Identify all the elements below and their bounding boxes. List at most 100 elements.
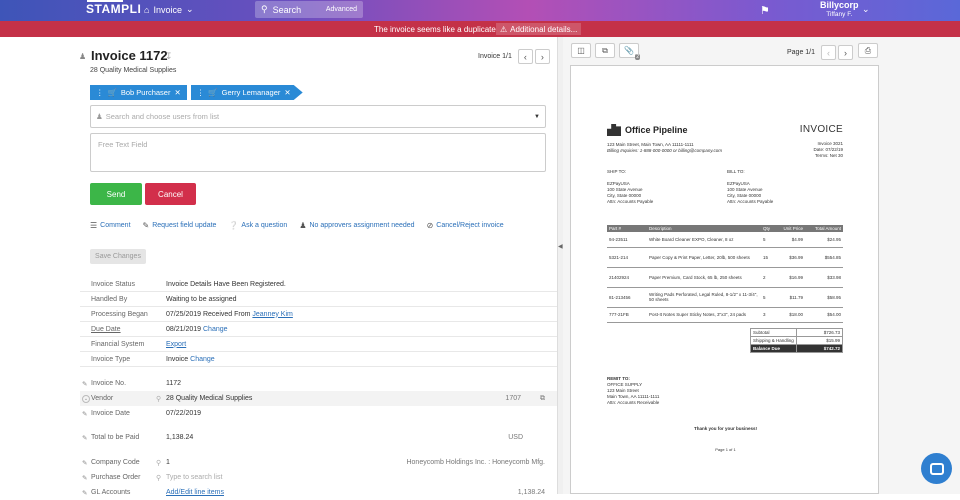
invoice-date-row[interactable]: ✎ Invoice Date 07/22/2019 (80, 406, 557, 421)
field-value[interactable]: 1,138.24 (166, 434, 193, 441)
received-from-link[interactable]: Jeanney Kim (252, 311, 292, 318)
handled-by-row: Handled By Waiting to be assigned (80, 292, 557, 307)
cell: $4.99 (775, 232, 805, 248)
field-label: Total to be Paid (91, 434, 140, 441)
assign-user-icon[interactable]: ♟ (79, 52, 86, 61)
line-items-table: Part # Description Qty Unit Price Total … (607, 225, 843, 323)
thanks-note: Thank you for your business! (693, 426, 757, 431)
change-due-date-link[interactable]: Change (203, 326, 228, 333)
printer-icon: ⎙ (864, 45, 872, 55)
financial-system-row: Financial System Export (80, 337, 557, 352)
export-link[interactable]: Export (166, 341, 186, 348)
copy-icon[interactable]: ⧉ (540, 395, 545, 403)
paperclip-icon: 📎 (624, 46, 634, 55)
expand-icon[interactable]: ⌄ (82, 394, 90, 403)
gl-accounts-row[interactable]: ✎ GL Accounts Add/Edit line items 1,138.… (80, 485, 557, 500)
cell: 2 (761, 267, 775, 288)
po-input[interactable]: Type to search list (166, 474, 222, 481)
pencil-icon: ✎ (82, 380, 88, 388)
pages-button[interactable]: ⧉ (595, 43, 615, 58)
user-select-dropdown[interactable]: ♟ Search and choose users from list ▼ (90, 105, 546, 128)
users-icon: ♟ (96, 112, 103, 121)
approver-chips: ⋮ 🛒 Bob Purchaser ✕ ⋮ 🛒 Gerry Lemanager … (90, 85, 303, 100)
search-icon: ⚲ (156, 474, 162, 482)
field-value[interactable]: 1 (166, 459, 170, 466)
request-field-update-action[interactable]: ✎ Request field update (143, 221, 217, 230)
comment-action[interactable]: ☰ Comment (90, 221, 131, 230)
change-type-link[interactable]: Change (190, 356, 215, 363)
invoice-title: Invoice 1172 (91, 48, 168, 63)
field-value: Invoice Change (166, 356, 215, 363)
drag-handle-icon[interactable]: ⋮ (96, 88, 104, 97)
table-row: 5321-214 Paper Copy & Print Paper, Letter… (607, 247, 843, 268)
drag-handle-icon[interactable]: ⋮ (197, 88, 205, 97)
collapse-arrow-icon[interactable]: ◀ (558, 243, 563, 250)
chat-launcher-button[interactable] (921, 453, 952, 484)
cell: $24.95 (805, 232, 843, 248)
approver-chip[interactable]: ⋮ 🛒 Bob Purchaser ✕ (90, 85, 187, 100)
cell: Writing Pads Perforated, Legal Ruled, 8-… (647, 287, 761, 308)
field-value[interactable]: 07/22/2019 (166, 410, 201, 417)
field-label: Invoice Status (91, 280, 135, 288)
cancel-reject-action[interactable]: ⊘ Cancel/Reject invoice (427, 221, 504, 230)
cell: 81-213456 (607, 287, 647, 308)
save-changes-button[interactable]: Save Changes (90, 249, 146, 264)
next-invoice-button[interactable]: › (534, 49, 550, 64)
cart-icon: 🛒 (208, 88, 218, 97)
cell: $16.99 (775, 267, 805, 288)
download-icon[interactable]: ↧ (165, 51, 173, 62)
remove-approver-icon[interactable]: ✕ (284, 88, 290, 97)
column-header: Unit Price (775, 225, 805, 232)
cell: Post-It Notes Super Sticky Notes, 3"x3",… (647, 307, 761, 323)
vendor-row[interactable]: ⌄ Vendor ⚲ 28 Quality Medical Supplies 1… (80, 391, 557, 406)
cell: $554.85 (805, 247, 843, 268)
search-icon: ⚲ (261, 4, 268, 14)
ship-to-block: SHIP TO: EZPayUSA 100 State Avenue City,… (607, 169, 653, 205)
cell: $15.99 (796, 336, 843, 345)
field-label: Invoice Type (91, 355, 131, 363)
add-edit-line-items-link[interactable]: Add/Edit line items (166, 489, 224, 496)
free-text-field[interactable]: Free Text Field (90, 133, 546, 172)
approver-chip[interactable]: ⋮ 🛒 Gerry Lemanager ✕ (190, 85, 303, 100)
field-value[interactable]: 28 Quality Medical Supplies (166, 395, 252, 402)
chat-icon (929, 462, 944, 475)
next-page-button[interactable]: › (838, 45, 854, 60)
print-button[interactable]: ⎙ (858, 43, 878, 58)
cell: Balance Due (750, 344, 797, 353)
flag-icon[interactable]: ⚑ (760, 4, 770, 17)
no-approvers-action[interactable]: ♟ No approvers assignment needed (299, 221, 414, 230)
field-value[interactable]: 1172 (166, 380, 181, 387)
totals-table: Subtotal $726.73 Shipping & Handling $15.9… (750, 328, 843, 353)
additional-details-button[interactable]: ⚠ Additional details... (496, 23, 582, 35)
invoice-document: Office Pipeline INVOICE 123 Main Street,… (570, 65, 879, 494)
user-menu[interactable]: Billycorp Tiffany F. (820, 1, 859, 19)
nav-invoice-menu[interactable]: ⌂ Invoice ⌄ (144, 4, 194, 15)
due-date-value: 08/21/2019 (166, 325, 202, 333)
cancel-button[interactable]: Cancel (145, 183, 196, 205)
global-search[interactable]: ⚲ Search Advanced (255, 1, 363, 18)
purchase-order-row[interactable]: ✎ Purchase Order ⚲ Type to search list (80, 470, 557, 485)
cell: White Board Cleaner EXPO, Cleaner, 8 oz (647, 232, 761, 248)
invoice-pager: Invoice 1/1 ‹ › (478, 49, 550, 64)
advanced-search-link[interactable]: Advanced (326, 6, 357, 13)
remove-approver-icon[interactable]: ✕ (174, 88, 180, 97)
prev-page-button[interactable]: ‹ (821, 45, 837, 60)
company-code-row[interactable]: ✎ Company Code ⚲ 1 Honeycomb Holdings In… (80, 455, 557, 470)
document-viewer: ◫ ⧉ 📎 2 Page 1/1 ‹ › ⎙ Office Pipeline IN… (563, 37, 960, 494)
attachments-button[interactable]: 📎 2 (619, 43, 640, 60)
split-view-button[interactable]: ◫ (571, 43, 591, 58)
total-row[interactable]: ✎ Total to be Paid 1,138.24 USD (80, 430, 557, 445)
field-label: Invoice No. (91, 380, 127, 387)
column-header: Qty (761, 225, 775, 232)
cell: 15 (761, 247, 775, 268)
office-pipeline-logo-icon (607, 124, 621, 136)
ask-question-action[interactable]: ❔ Ask a question (228, 221, 287, 230)
invoice-no-row[interactable]: ✎ Invoice No. 1172 (80, 376, 557, 391)
search-placeholder: Search (272, 4, 302, 15)
prev-invoice-button[interactable]: ‹ (517, 49, 533, 64)
user-chevron-down-icon[interactable]: ⌄ (862, 4, 870, 15)
field-value: Add/Edit line items (166, 489, 224, 496)
table-row: 777-21FB Post-It Notes Super Sticky Notes… (607, 307, 843, 323)
send-button[interactable]: Send (90, 183, 142, 205)
stampli-logo[interactable]: STAMPLI (86, 2, 141, 16)
